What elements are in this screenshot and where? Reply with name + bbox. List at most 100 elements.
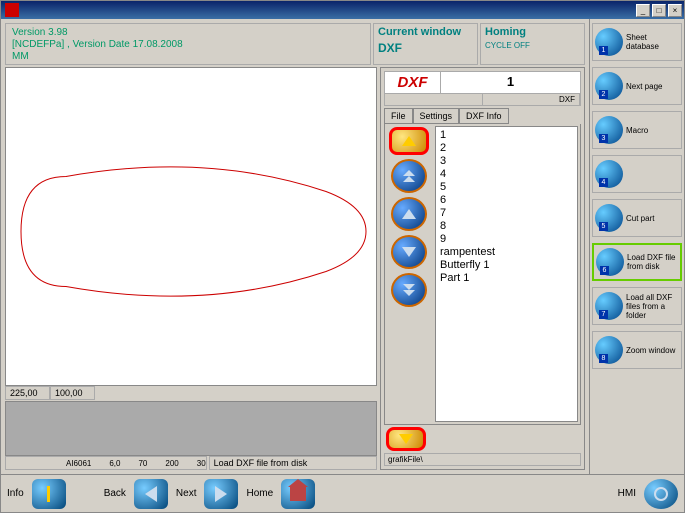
- ruler-v2: 6,0: [109, 459, 120, 468]
- version-info: Version 3.98 [NCDEFPa] , Version Date 17…: [5, 23, 371, 65]
- next-button[interactable]: [204, 479, 238, 509]
- sidebar-label: Load all DXF files from a folder: [626, 293, 679, 320]
- list-item[interactable]: 7: [440, 207, 573, 220]
- ruler-v1: AI6061: [66, 459, 91, 468]
- back-label: Back: [104, 488, 126, 499]
- info-button[interactable]: [32, 479, 66, 509]
- minimize-button[interactable]: _: [636, 4, 650, 17]
- app-icon: [5, 3, 19, 17]
- list-item[interactable]: Part 1: [440, 272, 573, 285]
- sidebar-sheet-database[interactable]: 1 Sheet database: [592, 23, 682, 61]
- homing-title: Homing: [485, 26, 580, 38]
- ruler-v5: 30: [197, 459, 206, 468]
- sidebar-load-all-dxf[interactable]: 7 Load all DXF files from a folder: [592, 287, 682, 325]
- sidebar-label: Next page: [626, 82, 662, 91]
- home-label: Home: [246, 488, 273, 499]
- coord-x: 225,00: [5, 386, 50, 400]
- bottombar: Info Back Next Home HMI: [1, 474, 684, 512]
- sidebar-macro[interactable]: 3 Macro: [592, 111, 682, 149]
- dxf-sub-empty: [385, 94, 483, 105]
- list-item[interactable]: 9: [440, 233, 573, 246]
- nav-page-down-button[interactable]: [391, 273, 427, 307]
- ruler-v4: 200: [165, 459, 178, 468]
- sidebar-label: Sheet database: [626, 33, 679, 51]
- home-button[interactable]: [281, 479, 315, 509]
- next-label: Next: [176, 488, 197, 499]
- sidebar-zoom-window[interactable]: 8 Zoom window: [592, 331, 682, 369]
- arrow-right-icon: [215, 486, 227, 502]
- sidebar-item-4[interactable]: 4: [592, 155, 682, 193]
- arrow-down-light-icon: [402, 247, 416, 257]
- version-line3: MM: [12, 51, 364, 63]
- file-list[interactable]: 1 2 3 4 5 6 7 8 9 rampentest Butterfly 1…: [435, 126, 578, 422]
- list-item[interactable]: 1: [440, 129, 573, 142]
- sidebar-label: Zoom window: [626, 346, 675, 355]
- list-item[interactable]: 6: [440, 194, 573, 207]
- list-item[interactable]: 5: [440, 181, 573, 194]
- coord-y: 100,00: [50, 386, 95, 400]
- version-line1: Version 3.98: [12, 27, 364, 39]
- titlebar: _ □ ×: [1, 1, 684, 19]
- log-panel: [5, 401, 377, 456]
- home-icon: [290, 487, 306, 501]
- database-icon: 1: [595, 28, 623, 56]
- dxf-sub-label: DXF: [483, 94, 581, 105]
- nav-up-button[interactable]: [391, 197, 427, 231]
- nav-page-up-button[interactable]: [391, 159, 427, 193]
- grafik-path: grafikFile\: [384, 453, 581, 466]
- coordinates-bar: 225,00 100,00: [5, 386, 377, 400]
- tab-file[interactable]: File: [384, 108, 413, 124]
- next-page-icon: 2: [595, 72, 623, 100]
- arrow-left-icon: [145, 486, 157, 502]
- list-item[interactable]: 3: [440, 155, 573, 168]
- nav-bottom-button[interactable]: [386, 427, 426, 451]
- current-window-box: Current window DXF: [373, 23, 478, 65]
- sidebar-load-dxf[interactable]: 6 Load DXF file from disk: [592, 243, 682, 281]
- double-arrow-up-icon: [403, 170, 415, 182]
- sidebar: 1 Sheet database 2 Next page 3 Macro 4 5…: [589, 19, 684, 474]
- load-file-icon: 6: [596, 248, 624, 276]
- dxf-panel: DXF 1 DXF File Settings DXF Info: [380, 67, 585, 470]
- dxf-logo: DXF: [385, 72, 440, 93]
- sidebar-next-page[interactable]: 2 Next page: [592, 67, 682, 105]
- hmi-label: HMI: [618, 488, 636, 499]
- zoom-icon: 8: [595, 336, 623, 364]
- material-ruler: AI6061 6,0 70 200 30: [5, 456, 207, 470]
- double-arrow-down-icon: [403, 284, 415, 296]
- hmi-icon: [654, 487, 668, 501]
- arrow-down-icon: [399, 434, 413, 444]
- list-item[interactable]: 8: [440, 220, 573, 233]
- dxf-number: 1: [440, 72, 580, 93]
- sidebar-label: Cut part: [626, 214, 654, 223]
- info-icon: [47, 486, 50, 502]
- tab-settings[interactable]: Settings: [413, 108, 460, 124]
- close-button[interactable]: ×: [668, 4, 682, 17]
- drawing-canvas[interactable]: [5, 67, 377, 386]
- sphere-icon: 4: [595, 160, 623, 188]
- arrow-up-light-icon: [402, 209, 416, 219]
- back-button[interactable]: [134, 479, 168, 509]
- sidebar-label: Macro: [626, 126, 648, 135]
- sidebar-cut-part[interactable]: 5 Cut part: [592, 199, 682, 237]
- list-item[interactable]: 2: [440, 142, 573, 155]
- current-window-value: DXF: [378, 41, 473, 55]
- list-item[interactable]: 4: [440, 168, 573, 181]
- arrow-up-icon: [402, 136, 416, 146]
- macro-icon: 3: [595, 116, 623, 144]
- current-window-title: Current window: [378, 26, 473, 38]
- list-item[interactable]: Butterfly 1: [440, 259, 573, 272]
- nav-top-button[interactable]: [389, 127, 429, 155]
- sidebar-label: Load DXF file from disk: [627, 253, 678, 271]
- info-label: Info: [7, 488, 24, 499]
- hmi-button[interactable]: [644, 479, 678, 509]
- ruler-v3: 70: [138, 459, 147, 468]
- maximize-button[interactable]: □: [652, 4, 666, 17]
- tab-dxf-info[interactable]: DXF Info: [459, 108, 509, 124]
- status-text: Load DXF file from disk: [209, 456, 377, 470]
- homing-value: CYCLE OFF: [485, 41, 580, 50]
- load-folder-icon: 7: [595, 292, 623, 320]
- homing-box: Homing CYCLE OFF: [480, 23, 585, 65]
- list-item[interactable]: rampentest: [440, 246, 573, 259]
- nav-down-button[interactable]: [391, 235, 427, 269]
- version-line2: [NCDEFPa] , Version Date 17.08.2008: [12, 39, 364, 51]
